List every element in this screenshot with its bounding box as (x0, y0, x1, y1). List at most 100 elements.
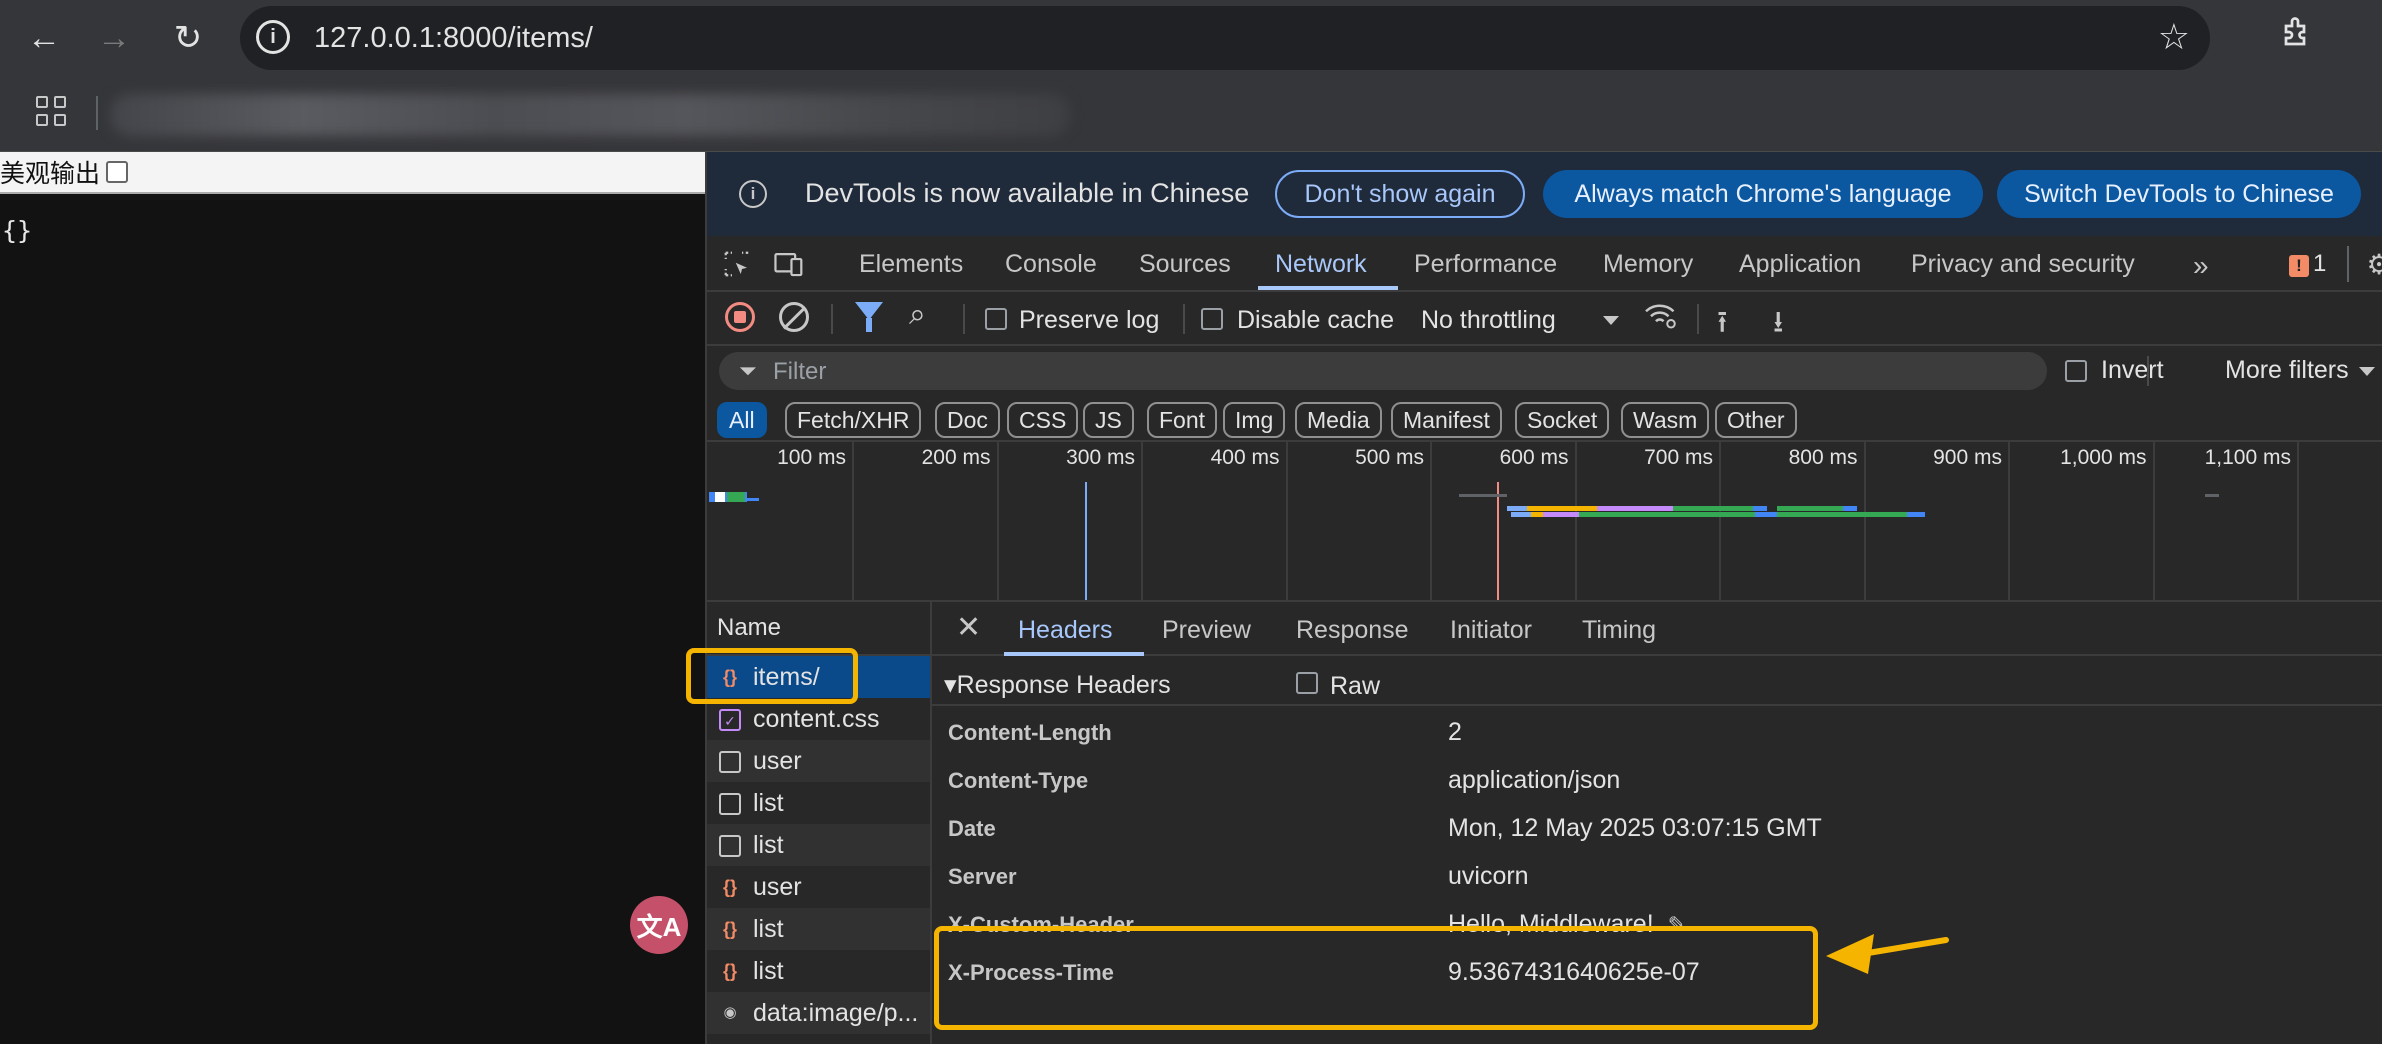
filter-row: ⏷ Filter Invert More filters (707, 346, 2382, 396)
type-chip-socket[interactable]: Socket (1515, 402, 1610, 438)
type-chip-wasm[interactable]: Wasm (1621, 402, 1710, 438)
invert-checkbox[interactable] (2065, 360, 2087, 382)
request-row-list[interactable]: {} list (707, 950, 930, 992)
back-arrow-icon[interactable]: ← (22, 16, 66, 60)
type-chip-media[interactable]: Media (1295, 402, 1382, 438)
device-toolbar-icon[interactable] (773, 248, 805, 280)
tab-network[interactable]: Network (1275, 250, 1367, 279)
document-icon (719, 835, 741, 857)
timeline-gridline (1719, 442, 1721, 600)
chevron-down-icon[interactable] (1603, 316, 1619, 325)
tab-response[interactable]: Response (1296, 616, 1409, 645)
tab-initiator[interactable]: Initiator (1450, 616, 1532, 645)
request-row-list[interactable]: {} list (707, 908, 930, 950)
timeline-gridline (852, 442, 854, 600)
issues-count: 1 (2313, 250, 2327, 277)
header-row: Server uvicorn (932, 854, 2382, 902)
raw-checkbox[interactable] (1296, 672, 1318, 694)
timeline-tick-label: 400 ms (1210, 446, 1280, 469)
address-bar[interactable]: i 127.0.0.1:8000/items/ ☆ (240, 6, 2210, 70)
type-chip-other[interactable]: Other (1715, 402, 1797, 438)
inspect-element-icon[interactable] (721, 248, 753, 280)
waterfall-bar (1777, 512, 1907, 517)
info-icon: i (739, 180, 767, 208)
bookmark-star-icon[interactable]: ☆ (2158, 16, 2190, 58)
bookmarks-bar (0, 76, 2382, 152)
tab-performance[interactable]: Performance (1414, 250, 1557, 279)
forward-arrow-icon[interactable]: → (92, 16, 136, 60)
more-filters-dropdown[interactable]: More filters (2225, 356, 2375, 385)
always-match-language-button[interactable]: Always match Chrome's language (1543, 170, 1983, 218)
preserve-log-checkbox[interactable] (985, 308, 1007, 330)
type-chip-font[interactable]: Font (1147, 402, 1218, 438)
page-viewport: 美观输出 {} 文A (0, 152, 705, 1044)
clear-icon[interactable] (779, 302, 809, 332)
dom-content-loaded-marker (1085, 482, 1087, 600)
waterfall-bar (1543, 512, 1579, 517)
translate-icon[interactable]: 文A (630, 896, 688, 954)
tab-sources[interactable]: Sources (1139, 250, 1231, 279)
network-overview-timeline[interactable]: 100 ms 200 ms 300 ms 400 ms 500 ms 600 ms 700 … (707, 442, 2382, 602)
type-chip-all[interactable]: All (717, 402, 767, 438)
throttling-select[interactable]: No throttling (1421, 306, 1556, 335)
dont-show-again-button[interactable]: Don't show again (1275, 170, 1525, 218)
apps-grid-icon[interactable] (36, 96, 66, 126)
more-tabs-icon[interactable]: » (2193, 250, 2209, 282)
import-har-icon[interactable]: ⭱ (1717, 300, 1728, 351)
tab-memory[interactable]: Memory (1603, 250, 1693, 279)
tab-elements[interactable]: Elements (859, 250, 963, 279)
export-har-icon[interactable]: ⭳ (1773, 300, 1784, 351)
type-chip-img[interactable]: Img (1223, 402, 1286, 438)
request-row-user[interactable]: {} user (707, 866, 930, 908)
filter-placeholder: Filter (773, 358, 827, 385)
request-row-list[interactable]: list (707, 782, 930, 824)
extensions-icon[interactable] (2280, 14, 2316, 59)
url-text[interactable]: 127.0.0.1:8000/items/ (314, 22, 593, 55)
section-title[interactable]: ▾Response Headers (944, 670, 1171, 700)
type-chip-js[interactable]: JS (1083, 402, 1134, 438)
pretty-print-checkbox[interactable] (106, 161, 129, 183)
waterfall-bar (1755, 512, 1777, 517)
tab-privacy-security[interactable]: Privacy and security (1911, 250, 2135, 279)
request-name: data:image/p... (753, 999, 919, 1027)
request-row-list[interactable]: list (707, 824, 930, 866)
timeline-gridline (1430, 442, 1432, 600)
header-value: 2 (1448, 718, 1462, 746)
timeline-tick-label: 200 ms (921, 446, 991, 469)
header-value: application/json (1448, 766, 1621, 794)
fetch-braces-icon: {} (722, 877, 737, 897)
request-row-data-image[interactable]: ◉ data:image/p... (707, 992, 930, 1034)
filter-funnel-icon[interactable] (855, 302, 883, 332)
filter-input[interactable]: ⏷ Filter (719, 352, 2047, 390)
divider (831, 304, 833, 334)
waterfall-bar (1597, 506, 1673, 511)
tab-preview[interactable]: Preview (1162, 616, 1251, 645)
waterfall-bar (1843, 506, 1857, 511)
request-row-content-css[interactable]: ✓ content.css (707, 698, 930, 740)
network-conditions-icon[interactable] (1643, 300, 1679, 338)
type-chip-doc[interactable]: Doc (935, 402, 1000, 438)
stylesheet-icon: ✓ (719, 709, 741, 731)
tab-timing[interactable]: Timing (1582, 616, 1656, 645)
type-chip-css[interactable]: CSS (1007, 402, 1079, 438)
disable-cache-checkbox[interactable] (1201, 308, 1223, 330)
load-event-marker (1497, 482, 1499, 600)
settings-gear-icon[interactable]: ⚙ (2363, 248, 2382, 280)
site-info-icon[interactable]: i (256, 20, 290, 54)
type-chip-manifest[interactable]: Manifest (1391, 402, 1502, 438)
infobar-message: DevTools is now available in Chinese (805, 178, 1250, 208)
highlight-box-custom-headers (934, 926, 1818, 1030)
switch-to-chinese-button[interactable]: Switch DevTools to Chinese (1997, 170, 2361, 218)
issues-badge[interactable]: ! 1 (2289, 250, 2326, 278)
tab-application[interactable]: Application (1739, 250, 1861, 279)
invert-label: Invert (2101, 356, 2164, 384)
request-row-user[interactable]: user (707, 740, 930, 782)
tab-console[interactable]: Console (1005, 250, 1097, 279)
stop-recording-icon[interactable] (725, 302, 755, 332)
reload-icon[interactable]: ↻ (166, 16, 210, 60)
close-icon[interactable]: ✕ (956, 610, 981, 645)
tab-headers[interactable]: Headers (1018, 616, 1113, 645)
search-icon[interactable]: ⌕ (909, 298, 926, 332)
response-headers-section[interactable]: ▾Response Headers Raw (932, 658, 2382, 706)
type-chip-fetch-xhr[interactable]: Fetch/XHR (785, 402, 922, 438)
